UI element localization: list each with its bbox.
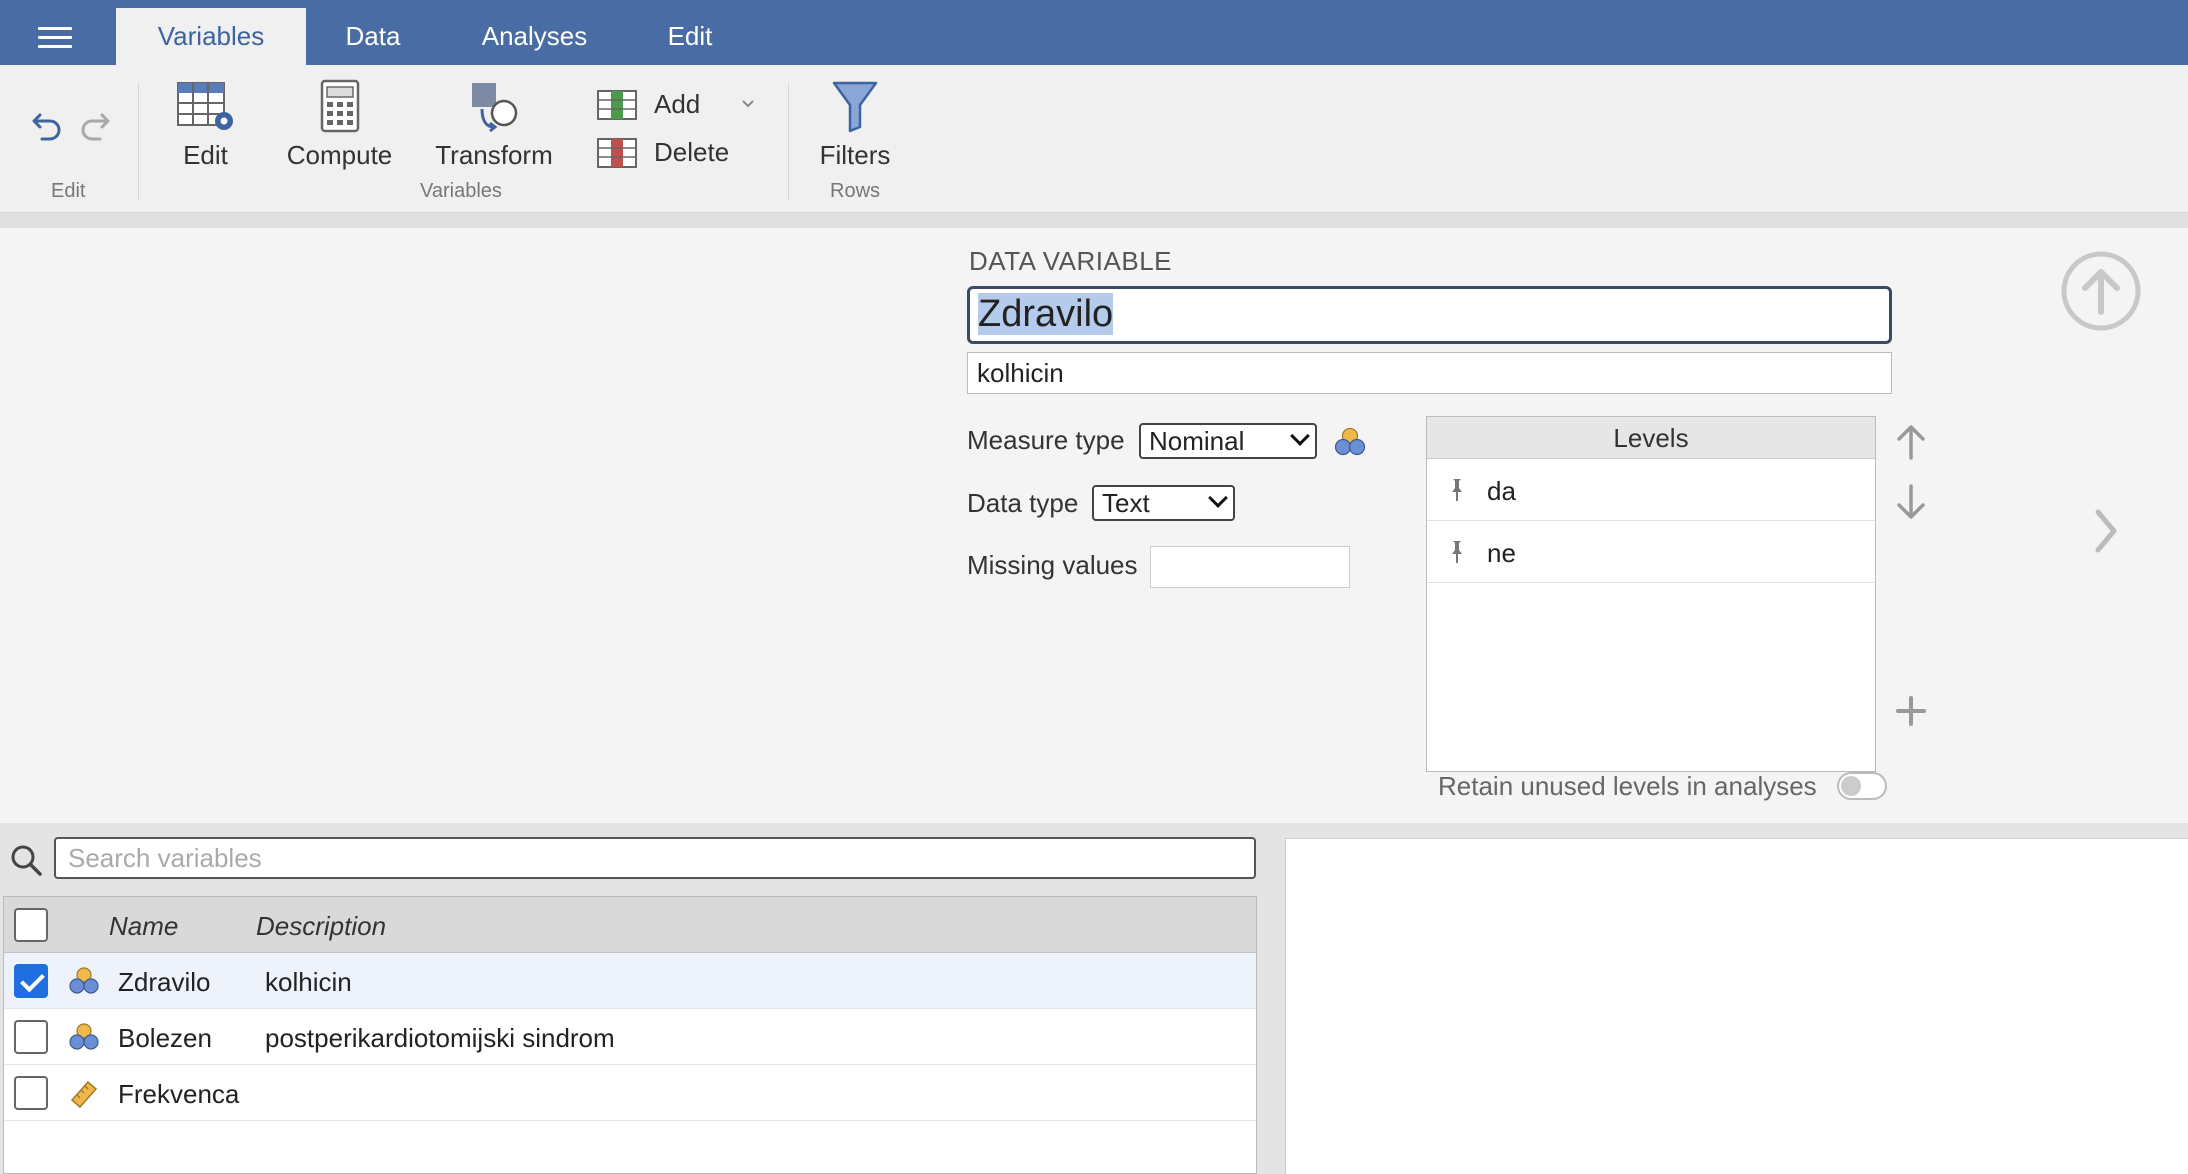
variable-name-input[interactable]: Zdravilo [967, 286, 1892, 344]
search-icon [11, 845, 42, 876]
edit-variable-label: Edit [183, 140, 228, 170]
chevron-down-icon[interactable] [740, 97, 756, 111]
top-tab-bar: Variables Data Analyses Edit [0, 0, 2188, 65]
variable-description-cell: postperikardiotomijski sindrom [265, 1023, 615, 1053]
editor-heading: DATA VARIABLE [969, 246, 1173, 276]
tab-edit[interactable]: Edit [640, 8, 740, 65]
level-row[interactable]: da [1427, 459, 1875, 521]
add-column-icon [597, 90, 637, 120]
transform-label: Transform [435, 140, 553, 170]
data-type-value: Text [1102, 488, 1150, 518]
group-label-variables: Variables [420, 180, 502, 202]
table-row[interactable]: Frekvenca [4, 1065, 1256, 1121]
missing-values-label: Missing values [967, 550, 1138, 580]
data-type-select[interactable]: Text [1092, 485, 1235, 521]
edit-variable-button[interactable]: Edit [168, 79, 243, 171]
transform-button[interactable]: Transform [430, 79, 558, 171]
row-checkbox[interactable] [14, 1020, 48, 1054]
menu-icon[interactable] [38, 27, 72, 49]
table-row[interactable]: Zdravilo kolhicin [4, 953, 1256, 1009]
variable-name-cell: Zdravilo [118, 967, 211, 997]
search-variables-input[interactable]: Search variables [54, 837, 1256, 879]
undo-icon[interactable] [30, 107, 64, 141]
tab-data[interactable]: Data [318, 8, 428, 65]
add-label: Add [654, 89, 701, 119]
delete-column-icon [597, 138, 637, 168]
measure-type-label: Measure type [967, 425, 1125, 455]
pin-icon[interactable] [1449, 539, 1465, 565]
data-type-label: Data type [967, 488, 1079, 518]
variable-description-cell: kolhicin [265, 967, 352, 997]
column-header-name: Name [109, 911, 179, 941]
variable-info-panel [1285, 838, 2188, 1174]
levels-list: Levels da ne [1426, 416, 1876, 772]
variable-name-cell: Frekvenca [118, 1079, 240, 1109]
move-level-up-icon[interactable] [1894, 422, 1928, 462]
measure-type-select[interactable]: Nominal [1139, 423, 1317, 459]
measure-type-value: Nominal [1149, 426, 1245, 456]
variable-description-input[interactable]: kolhicin [967, 352, 1892, 394]
row-checkbox[interactable] [14, 1076, 48, 1110]
ribbon-divider [788, 83, 789, 201]
move-level-down-icon[interactable] [1894, 482, 1928, 522]
ruler-icon [70, 1080, 98, 1108]
nominal-type-icon [69, 967, 99, 994]
levels-header: Levels [1427, 417, 1875, 459]
missing-values-input[interactable] [1150, 546, 1350, 588]
table-row[interactable]: Bolezen postperikardiotomijski sindrom [4, 1009, 1256, 1065]
table-header: Name Description [4, 897, 1256, 953]
variables-panel: Search variables Name Description Zdravi… [0, 823, 2188, 1174]
variable-name-text: Zdravilo [978, 293, 1114, 335]
compute-label: Compute [286, 140, 393, 170]
level-label: da [1487, 476, 1516, 506]
nominal-type-icon [1334, 427, 1366, 456]
retain-unused-levels-toggle[interactable] [1837, 772, 1887, 800]
calculator-icon [320, 79, 359, 133]
variable-editor: DATA VARIABLE Zdravilo kolhicin Measure … [0, 228, 2188, 823]
delete-label: Delete [654, 137, 730, 167]
transform-icon [472, 83, 518, 133]
table-gear-icon [176, 82, 233, 130]
column-header-description: Description [256, 911, 387, 941]
variables-table: Name Description Zdravilo kolhicin Bolez… [3, 896, 1257, 1174]
variable-name-cell: Bolezen [118, 1023, 212, 1053]
redo-icon[interactable] [78, 107, 112, 141]
collapse-editor-icon[interactable] [2060, 250, 2142, 332]
select-all-checkbox[interactable] [14, 908, 48, 942]
ribbon-toolbar: Edit Edit Compute Transform Add Delete V… [0, 65, 2188, 213]
add-level-icon[interactable] [1894, 694, 1928, 728]
filters-button[interactable]: Filters [814, 79, 896, 171]
ribbon-divider [138, 83, 139, 201]
nominal-type-icon [69, 1023, 99, 1050]
filters-label: Filters [819, 140, 891, 170]
ribbon-shadow-strip [0, 213, 2188, 228]
tab-analyses[interactable]: Analyses [458, 8, 611, 65]
level-row[interactable]: ne [1427, 521, 1875, 583]
retain-unused-levels-label: Retain unused levels in analyses [1438, 771, 1817, 801]
filter-icon [832, 81, 878, 133]
next-variable-icon[interactable] [2092, 506, 2120, 556]
group-label-rows: Rows [830, 180, 881, 202]
row-checkbox[interactable] [14, 964, 48, 998]
tab-variables[interactable]: Variables [116, 8, 306, 65]
pin-icon[interactable] [1449, 477, 1465, 503]
level-label: ne [1487, 538, 1516, 568]
delete-variable-button[interactable]: Delete [596, 133, 766, 173]
group-label-edit: Edit [51, 180, 86, 202]
compute-button[interactable]: Compute [282, 79, 397, 171]
